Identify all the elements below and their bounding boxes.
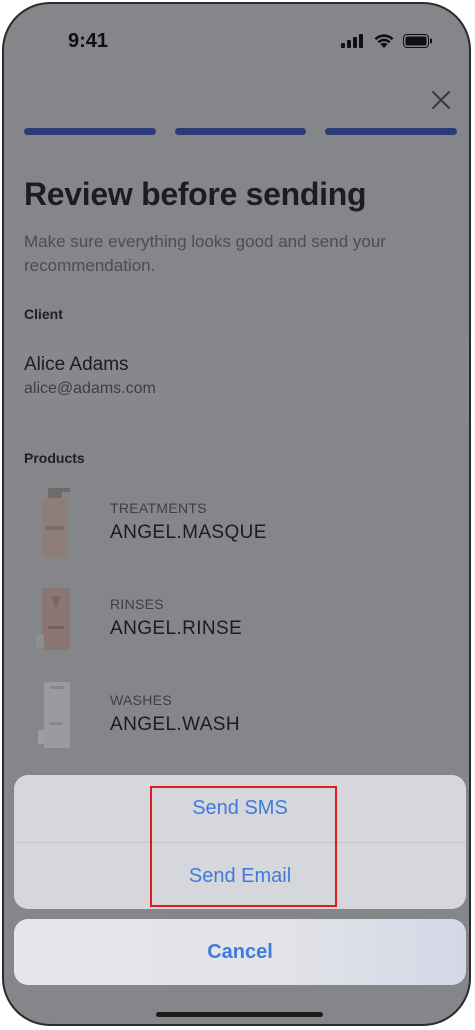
- send-sms-button[interactable]: Send SMS: [14, 775, 466, 842]
- battery-icon: [403, 34, 433, 48]
- close-icon: [431, 90, 451, 115]
- product-item[interactable]: RINSES ANGEL.RINSE: [4, 576, 469, 662]
- step-progress: [24, 128, 458, 136]
- product-item[interactable]: TREATMENTS ANGEL.MASQUE: [4, 480, 469, 566]
- client-section-label: Client: [24, 306, 63, 322]
- progress-step-2: [174, 128, 307, 135]
- close-button[interactable]: [427, 88, 455, 116]
- product-image: [24, 486, 86, 560]
- product-name: ANGEL.WASH: [110, 714, 240, 735]
- product-category: RINSES: [110, 596, 164, 612]
- products-section-label: Products: [24, 450, 85, 466]
- page-subtitle: Make sure everything looks good and send…: [24, 232, 386, 275]
- send-email-button[interactable]: Send Email: [14, 842, 466, 909]
- product-name: ANGEL.RINSE: [110, 618, 243, 639]
- product-name: ANGEL.MASQUE: [110, 522, 267, 543]
- status-icons: [341, 33, 433, 49]
- wifi-icon: [373, 33, 395, 49]
- product-image: [24, 678, 86, 752]
- progress-step-1: [24, 128, 156, 135]
- page-title: Review before sending: [24, 176, 367, 212]
- product-category: TREATMENTS: [110, 500, 207, 516]
- client-email: alice@adams.com: [24, 380, 156, 397]
- product-category: WASHES: [110, 692, 172, 708]
- client-name: Alice Adams: [24, 354, 129, 375]
- status-bar: 9:41: [4, 4, 469, 74]
- home-indicator: [156, 1012, 323, 1017]
- status-time: 9:41: [68, 30, 109, 52]
- product-image: [24, 582, 86, 656]
- product-item[interactable]: WASHES ANGEL.WASH: [4, 672, 469, 758]
- phone-screen: 9:41 Review before sending Make sure eve…: [2, 2, 471, 1026]
- cancel-button[interactable]: Cancel: [14, 919, 466, 985]
- action-sheet-group: Send SMS Send Email: [14, 775, 466, 909]
- signal-icon: [341, 34, 365, 48]
- progress-step-3: [325, 128, 458, 135]
